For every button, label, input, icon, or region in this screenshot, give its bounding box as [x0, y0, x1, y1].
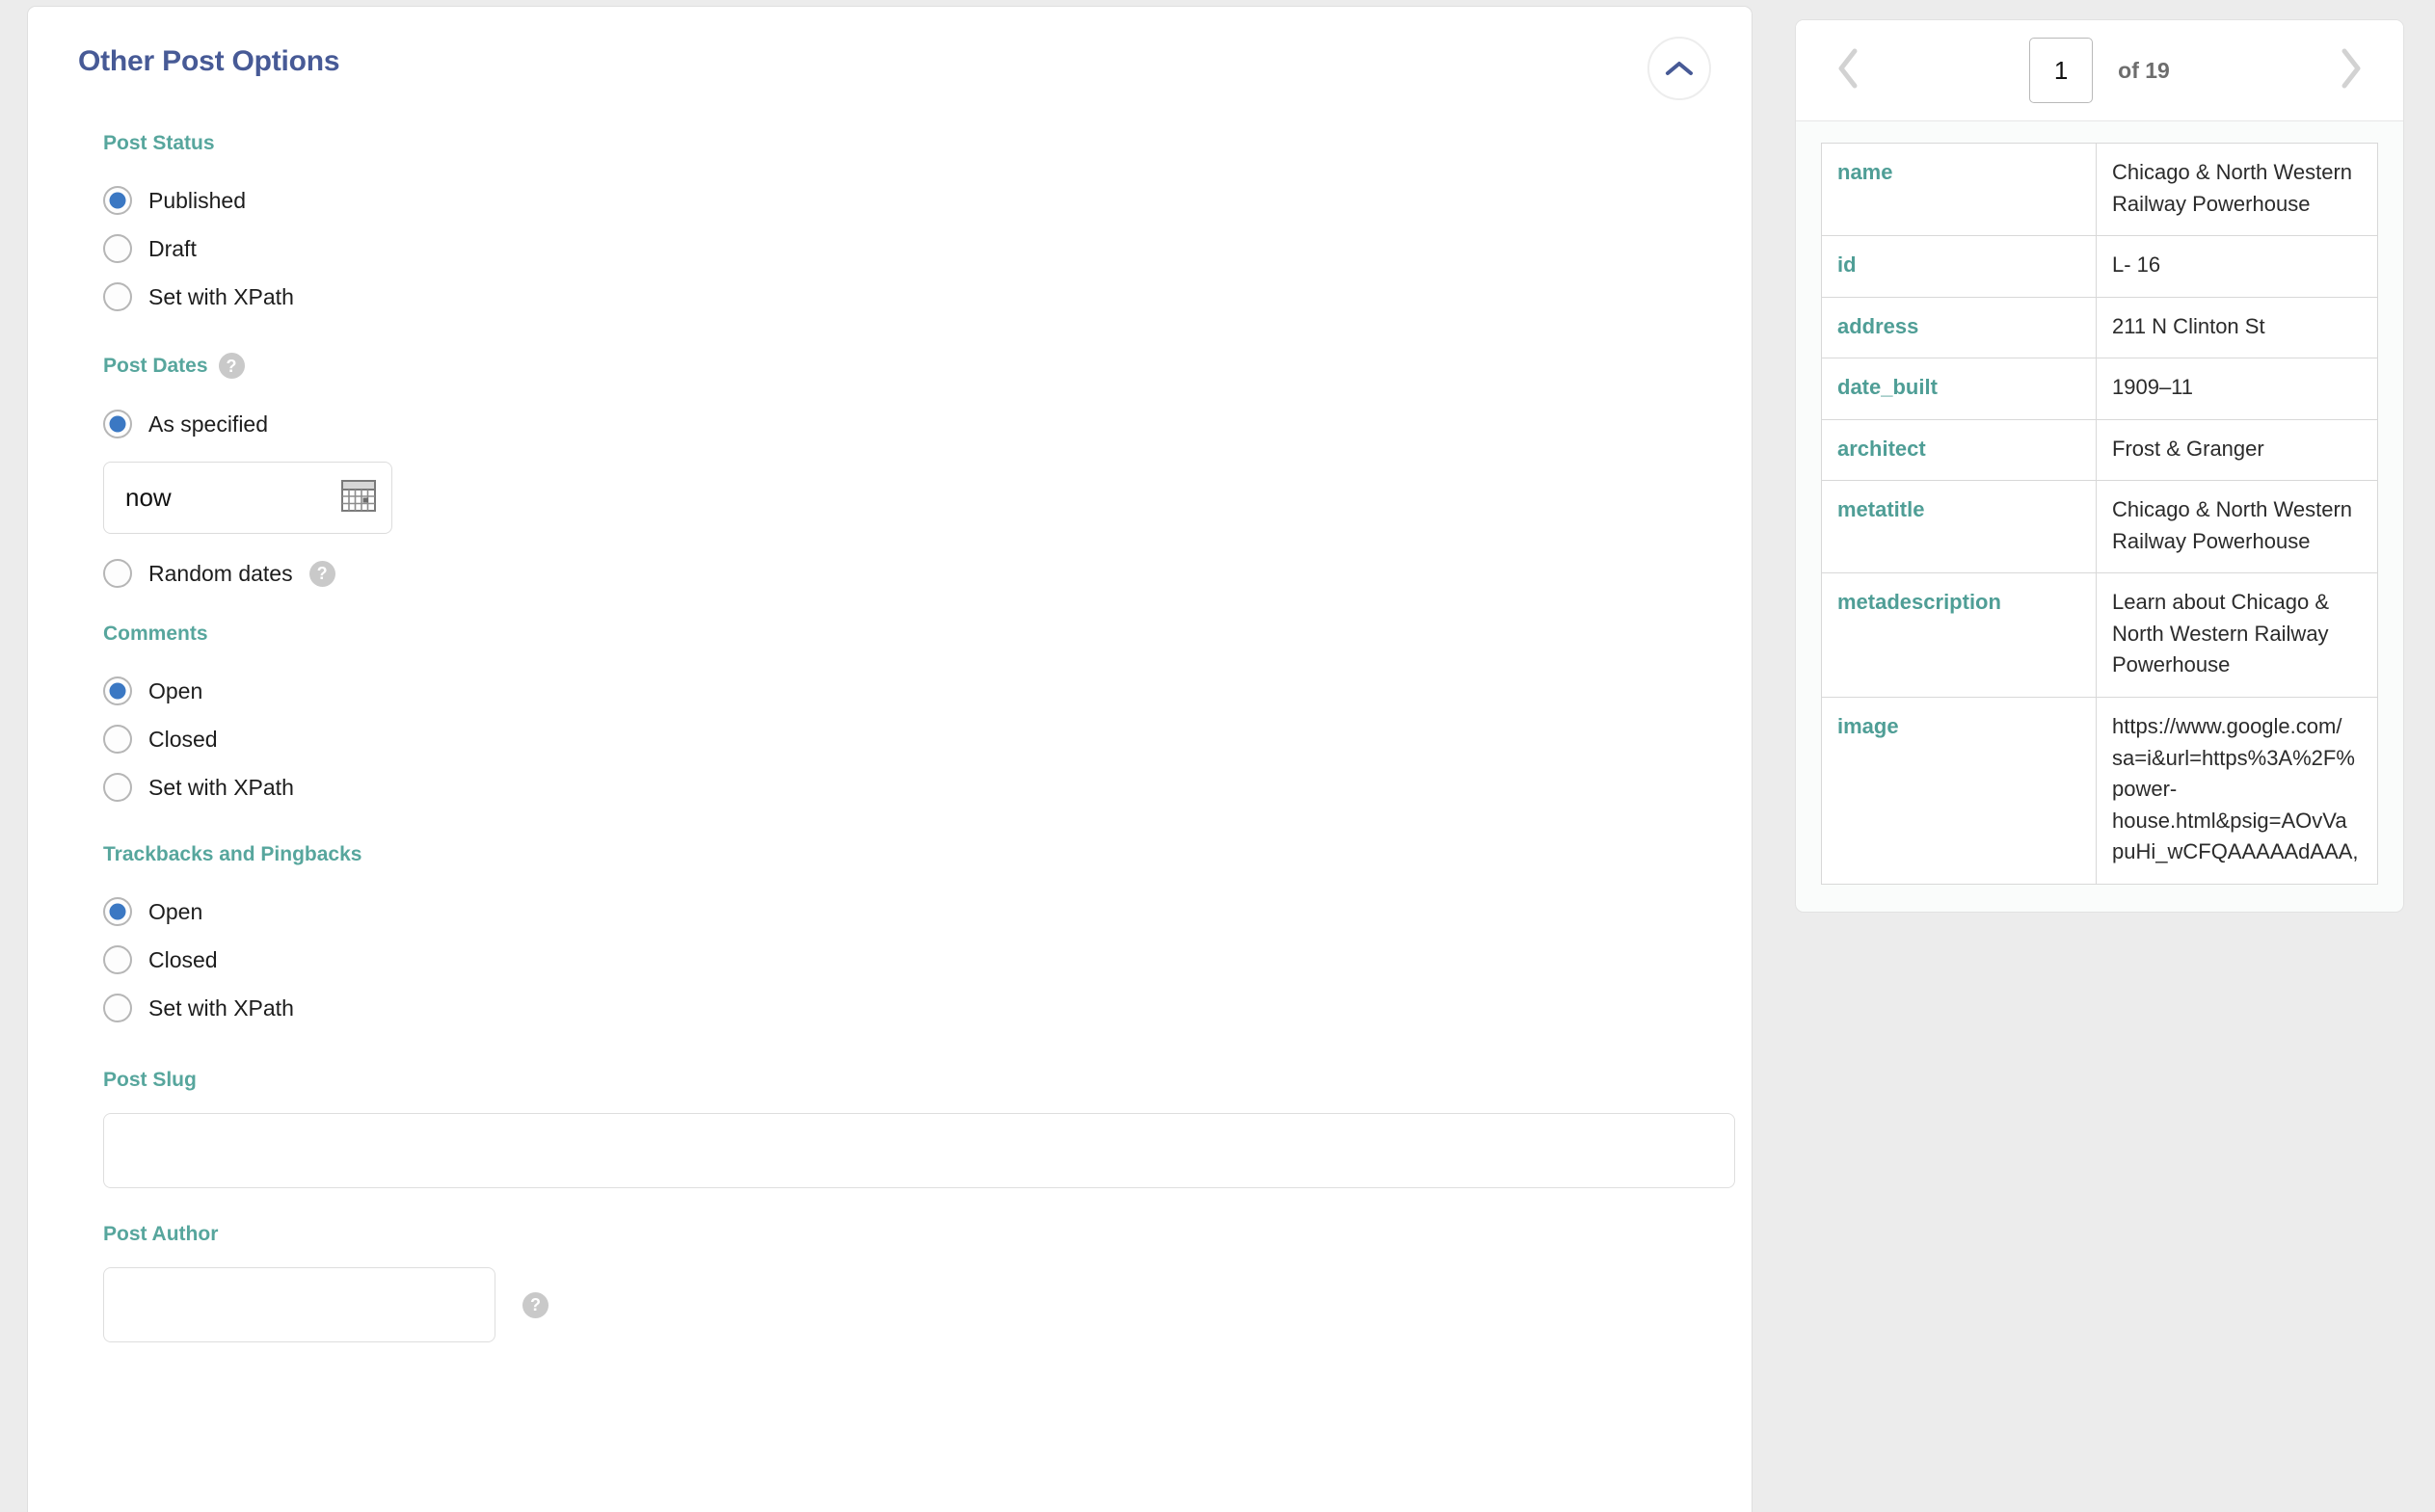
table-row: id L- 16	[1821, 235, 2378, 298]
post-dates-help-icon[interactable]: ?	[218, 353, 245, 379]
url-line: https://www.google.com/	[2112, 714, 2342, 739]
url-line: house.html&psig=AOvVa	[2112, 808, 2347, 833]
row-key: name	[1821, 142, 2097, 237]
radio-label: Closed	[148, 946, 218, 972]
url-line: sa=i&url=https%3A%2F%	[2112, 745, 2355, 770]
post-author-row: ?	[103, 1246, 1701, 1342]
radio-indicator[interactable]	[103, 897, 132, 926]
calendar-icon[interactable]	[341, 479, 376, 517]
table-row: date_built 1909–11	[1821, 358, 2378, 420]
radio-label: Set with XPath	[148, 995, 294, 1021]
radio-indicator[interactable]	[103, 410, 132, 438]
chevron-left-icon	[1835, 47, 1860, 94]
post-date-value: now	[125, 483, 172, 512]
radio-option-trackbacks-closed[interactable]: Closed	[103, 936, 1701, 984]
row-key: address	[1821, 296, 2097, 359]
post-date-input[interactable]: now	[103, 462, 392, 534]
post-slug-input[interactable]	[103, 1113, 1735, 1188]
record-table-wrap: name Chicago & North Western Railway Pow…	[1796, 121, 2403, 912]
row-value: Chicago & North Western Railway Powerhou…	[2096, 142, 2378, 237]
radio-label: Random dates	[148, 560, 293, 586]
radio-option-comments-closed[interactable]: Closed	[103, 715, 1701, 763]
row-value: Learn about Chicago & North Western Rail…	[2096, 572, 2378, 699]
record-card: 1 of 19 name Chicago & North Western Rai…	[1795, 19, 2404, 913]
record-preview-column: 1 of 19 name Chicago & North Western Rai…	[1795, 19, 2404, 913]
post-author-input[interactable]	[103, 1267, 495, 1342]
radio-indicator[interactable]	[103, 282, 132, 311]
radio-option-trackbacks-xpath[interactable]: Set with XPath	[103, 984, 1701, 1032]
radio-option-random-dates[interactable]: Random dates ?	[103, 549, 1701, 597]
radio-label: Draft	[148, 235, 197, 261]
radio-label: Set with XPath	[148, 774, 294, 800]
radio-indicator[interactable]	[103, 945, 132, 974]
pager-center: 1 of 19	[1875, 38, 2324, 103]
radio-label: Closed	[148, 726, 218, 752]
post-author-help-icon[interactable]: ?	[522, 1291, 549, 1318]
radio-option-draft[interactable]: Draft	[103, 225, 1701, 273]
page-number-input[interactable]: 1	[2029, 38, 2094, 103]
post-dates-label: Post Dates ?	[103, 353, 1701, 379]
post-dates-radio-group: As specified now Random dates ?	[103, 400, 1701, 597]
post-status-label: Post Status	[103, 132, 215, 154]
row-value: 211 N Clinton St	[2096, 296, 2378, 359]
url-line: puHi_wCFQAAAAAdAAA,	[2112, 839, 2359, 864]
row-key: date_built	[1821, 358, 2097, 420]
trackbacks-label: Trackbacks and Pingbacks	[103, 843, 362, 865]
radio-indicator[interactable]	[103, 186, 132, 215]
row-key: image	[1821, 697, 2097, 885]
radio-option-comments-xpath[interactable]: Set with XPath	[103, 763, 1701, 811]
screen-root: Other Post Options Post Status Published	[0, 0, 2435, 1512]
post-status-radio-group: Published Draft Set with XPath	[103, 176, 1701, 321]
table-row: metadescription Learn about Chicago & No…	[1821, 572, 2378, 699]
previous-record-button[interactable]	[1821, 43, 1875, 97]
record-pager: 1 of 19	[1796, 20, 2403, 121]
url-line: power-	[2112, 777, 2178, 802]
row-value: Frost & Granger	[2096, 418, 2378, 482]
other-post-options-panel: Other Post Options Post Status Published	[27, 6, 1753, 1512]
comments-radio-group: Open Closed Set with XPath	[103, 667, 1701, 811]
table-row: address 211 N Clinton St	[1821, 296, 2378, 359]
row-value-image-url: https://www.google.com/ sa=i&url=https%3…	[2096, 697, 2378, 885]
next-record-button[interactable]	[2324, 43, 2378, 97]
radio-indicator[interactable]	[103, 676, 132, 705]
table-row: name Chicago & North Western Railway Pow…	[1821, 142, 2378, 237]
chevron-right-icon	[2339, 47, 2364, 94]
record-table: name Chicago & North Western Railway Pow…	[1821, 142, 2378, 885]
post-slug-label: Post Slug	[103, 1069, 197, 1091]
row-key: id	[1821, 235, 2097, 298]
table-row: metatitle Chicago & North Western Railwa…	[1821, 480, 2378, 574]
radio-option-trackbacks-open[interactable]: Open	[103, 888, 1701, 936]
radio-label: Set with XPath	[148, 283, 294, 309]
radio-label: Open	[148, 677, 203, 703]
radio-option-status-xpath[interactable]: Set with XPath	[103, 273, 1701, 321]
row-key: metatitle	[1821, 480, 2097, 574]
random-dates-help-icon[interactable]: ?	[308, 560, 335, 587]
radio-option-published[interactable]: Published	[103, 176, 1701, 225]
comments-label: Comments	[103, 623, 208, 645]
row-value: L- 16	[2096, 235, 2378, 298]
post-author-label: Post Author	[103, 1223, 219, 1245]
row-value: 1909–11	[2096, 358, 2378, 420]
trackbacks-radio-group: Open Closed Set with XPath	[103, 888, 1701, 1032]
row-value: Chicago & North Western Railway Powerhou…	[2096, 480, 2378, 574]
table-row: architect Frost & Granger	[1821, 418, 2378, 482]
page-total-label: of 19	[2118, 57, 2170, 83]
radio-indicator[interactable]	[103, 773, 132, 802]
radio-option-comments-open[interactable]: Open	[103, 667, 1701, 715]
panel-body: Post Status Published Draft Set with XPa…	[28, 7, 1752, 1342]
radio-label: As specified	[148, 411, 269, 437]
radio-label: Open	[148, 898, 203, 924]
table-row-image: image https://www.google.com/ sa=i&url=h…	[1821, 697, 2378, 885]
radio-indicator[interactable]	[103, 234, 132, 263]
radio-indicator[interactable]	[103, 725, 132, 754]
radio-option-as-specified[interactable]: As specified	[103, 400, 1701, 448]
radio-indicator[interactable]	[103, 559, 132, 588]
row-key: metadescription	[1821, 572, 2097, 699]
radio-label: Published	[148, 187, 247, 213]
row-key: architect	[1821, 418, 2097, 482]
radio-indicator[interactable]	[103, 994, 132, 1022]
